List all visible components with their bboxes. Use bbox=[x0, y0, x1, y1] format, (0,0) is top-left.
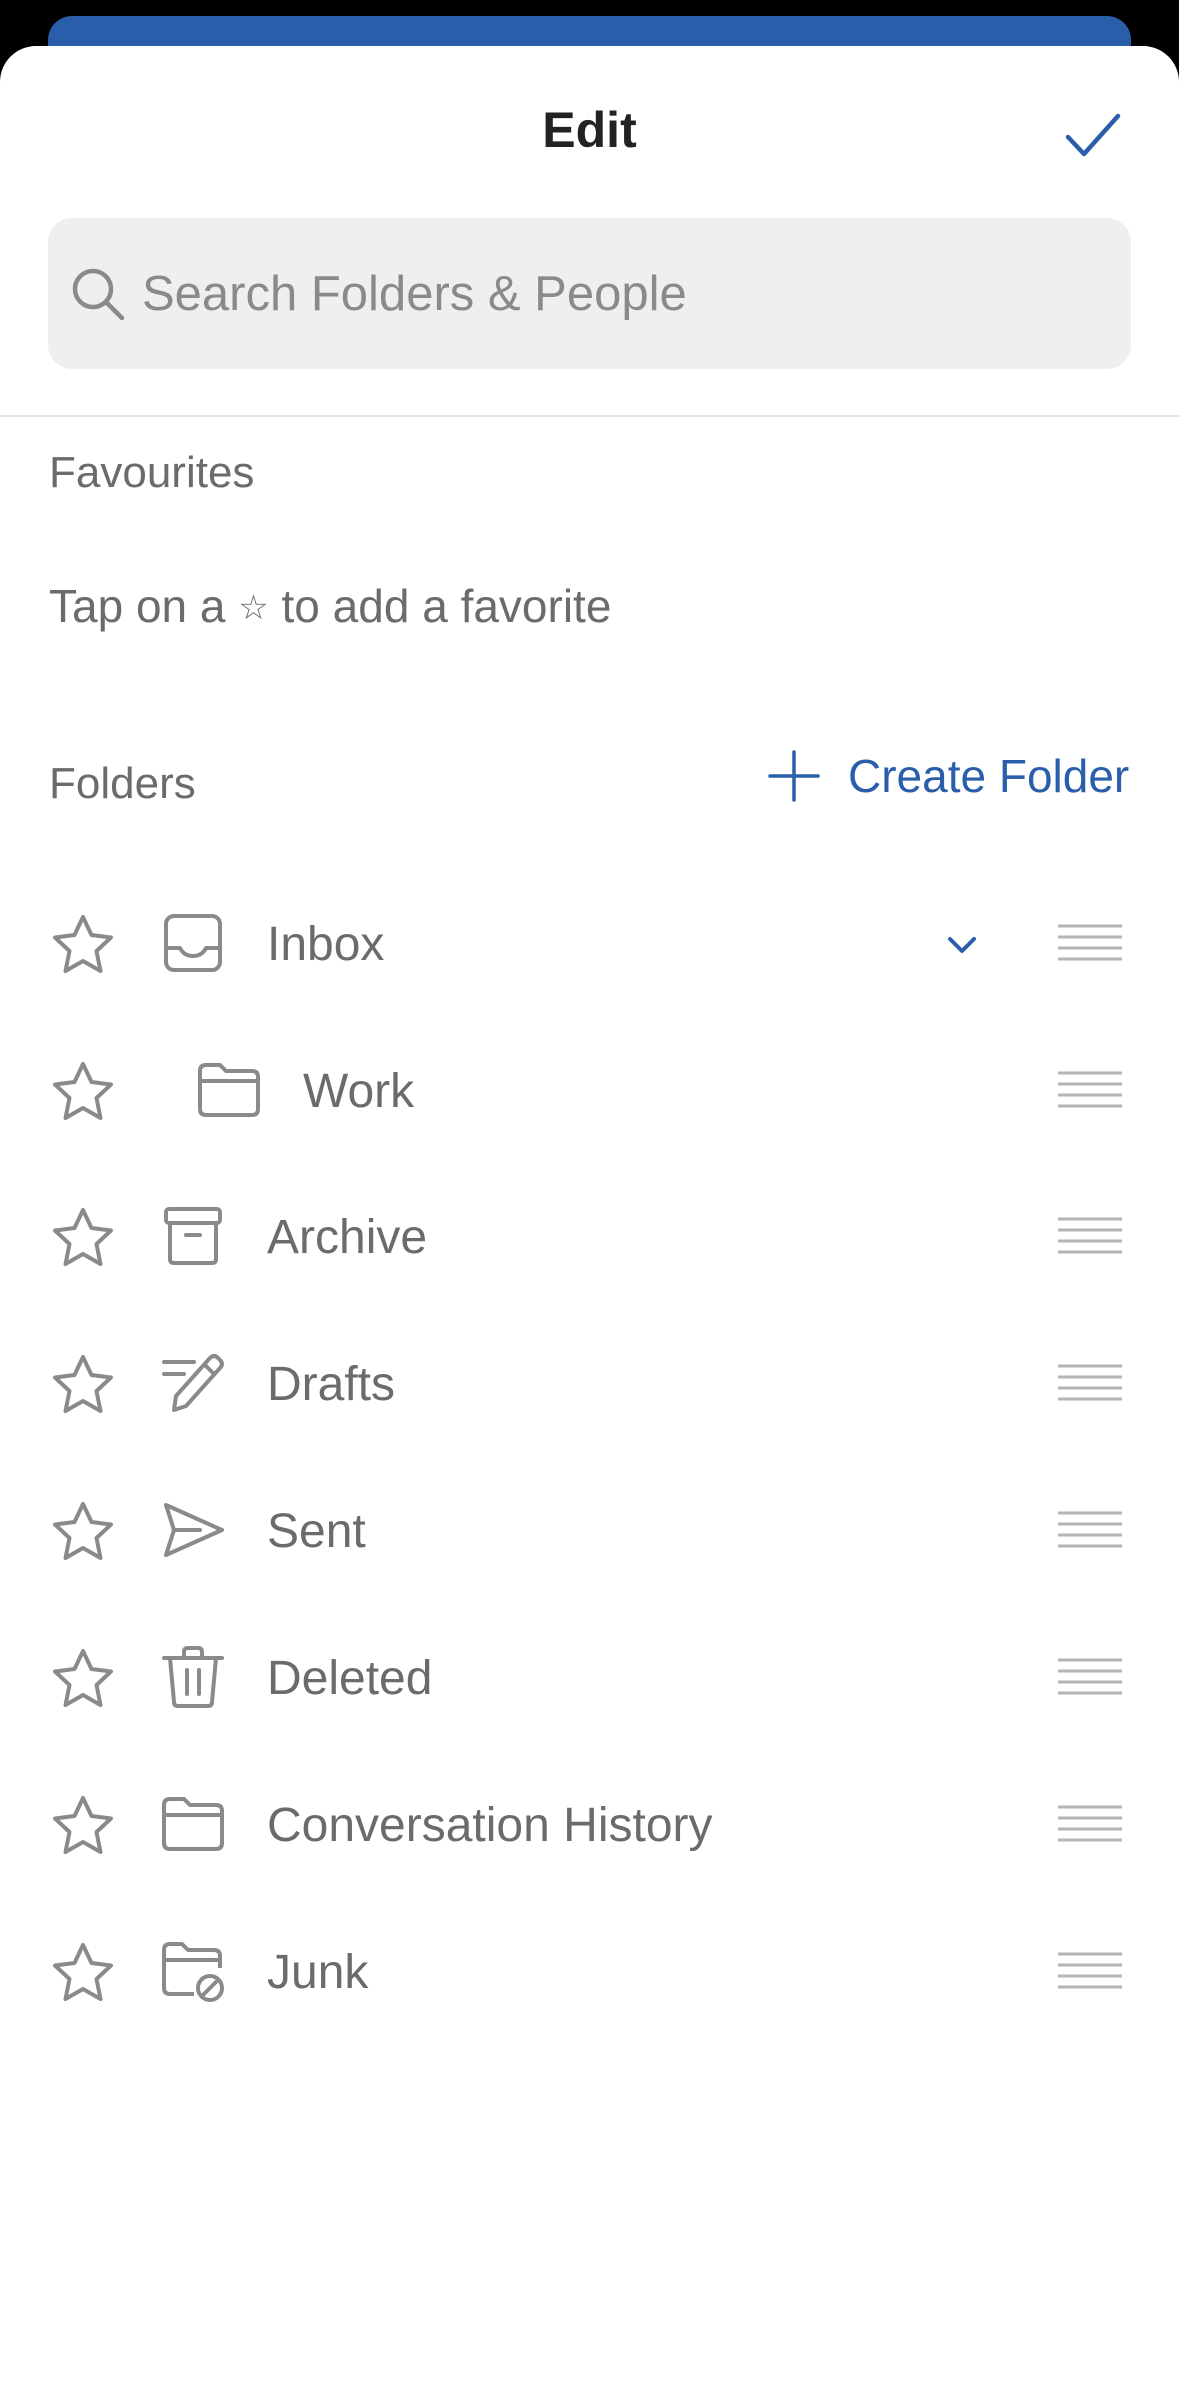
drag-handle-icon[interactable] bbox=[1056, 922, 1124, 962]
star-icon[interactable] bbox=[50, 1940, 116, 2006]
plus-icon bbox=[768, 750, 820, 802]
star-icon[interactable] bbox=[50, 1793, 116, 1859]
drag-handle-icon[interactable] bbox=[1056, 1069, 1124, 1109]
folder-icon bbox=[162, 1797, 224, 1851]
drag-handle-icon[interactable] bbox=[1056, 1950, 1124, 1990]
folder-row-deleted[interactable]: Deleted bbox=[0, 1604, 1179, 1751]
folder-row-conversation-history[interactable]: Conversation History bbox=[0, 1751, 1179, 1898]
drag-handle-icon[interactable] bbox=[1056, 1215, 1124, 1255]
folder-label: Junk bbox=[267, 1946, 369, 1999]
favourites-hint: Tap on a ☆ to add a favorite bbox=[49, 578, 611, 636]
done-check-icon[interactable] bbox=[1062, 104, 1124, 166]
search-icon bbox=[72, 268, 125, 321]
folder-row-sent[interactable]: Sent bbox=[0, 1457, 1179, 1604]
star-icon[interactable] bbox=[50, 1499, 116, 1565]
drag-handle-icon[interactable] bbox=[1056, 1803, 1124, 1843]
chevron-down-icon[interactable] bbox=[942, 925, 982, 965]
junk-folder-icon bbox=[162, 1942, 224, 2002]
drag-handle-icon[interactable] bbox=[1056, 1656, 1124, 1696]
folder-row-work[interactable]: Work bbox=[0, 1017, 1179, 1164]
send-icon bbox=[164, 1503, 224, 1557]
drag-handle-icon[interactable] bbox=[1056, 1362, 1124, 1402]
folder-label: Work bbox=[303, 1065, 415, 1118]
star-icon[interactable] bbox=[50, 1352, 116, 1418]
star-icon[interactable] bbox=[50, 1205, 116, 1271]
folder-row-drafts[interactable]: Drafts bbox=[0, 1310, 1179, 1457]
create-folder-label: Create Folder bbox=[848, 750, 1130, 802]
edit-folders-sheet: Edit Favourites Tap on a ☆ to add a favo… bbox=[0, 46, 1179, 2396]
folder-label: Drafts bbox=[267, 1358, 396, 1411]
folders-section-title: Folders bbox=[49, 759, 196, 808]
star-icon[interactable] bbox=[50, 1059, 116, 1125]
search-input[interactable] bbox=[142, 218, 1102, 369]
search-bar[interactable] bbox=[48, 218, 1131, 369]
star-icon[interactable] bbox=[50, 912, 116, 978]
folder-label: Inbox bbox=[267, 918, 385, 971]
folder-row-junk[interactable]: Junk bbox=[0, 1898, 1179, 2045]
page-title: Edit bbox=[542, 102, 637, 158]
inbox-icon bbox=[164, 914, 222, 972]
archive-icon bbox=[164, 1207, 222, 1265]
divider bbox=[0, 415, 1179, 417]
star-icon[interactable] bbox=[50, 1646, 116, 1712]
folder-icon bbox=[198, 1063, 260, 1117]
star-hint-icon: ☆ bbox=[238, 589, 269, 627]
folder-row-archive[interactable]: Archive bbox=[0, 1163, 1179, 1310]
drafts-icon bbox=[162, 1354, 224, 1412]
trash-icon bbox=[162, 1646, 224, 1708]
folder-label: Conversation History bbox=[267, 1799, 713, 1852]
favourites-hint-before: Tap on a bbox=[49, 580, 226, 632]
favourites-hint-after: to add a favorite bbox=[281, 580, 612, 632]
drag-handle-icon[interactable] bbox=[1056, 1509, 1124, 1549]
favourites-section-title: Favourites bbox=[49, 448, 255, 497]
folder-label: Archive bbox=[267, 1211, 428, 1264]
folder-row-inbox[interactable]: Inbox bbox=[0, 870, 1179, 1017]
create-folder-button[interactable]: Create Folder bbox=[760, 736, 1140, 816]
folder-label: Sent bbox=[267, 1505, 366, 1558]
folder-label: Deleted bbox=[267, 1652, 433, 1705]
